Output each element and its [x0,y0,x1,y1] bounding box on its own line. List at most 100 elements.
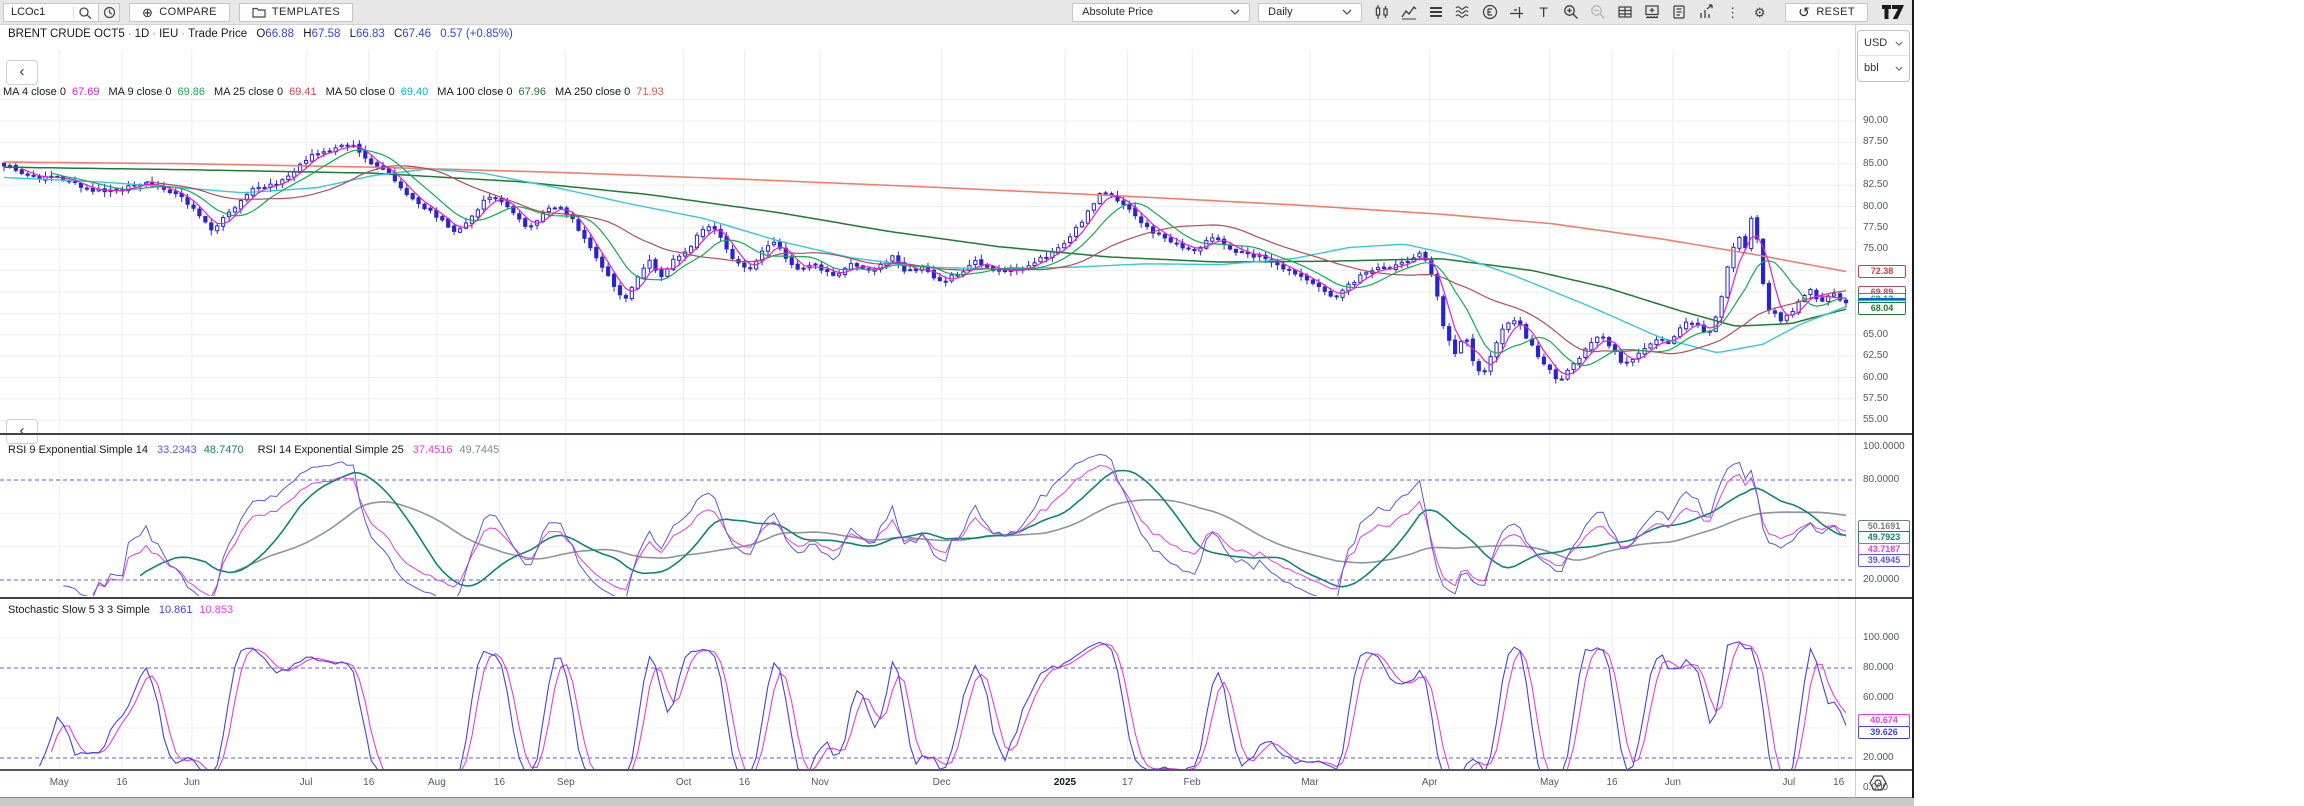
axis-label: 80.0000 [1856,474,1913,485]
time-axis[interactable]: May16JunJul16Aug16SepOct16NovDec202517Fe… [0,771,1912,796]
symbol-history-button[interactable] [99,3,120,22]
price-scale-column[interactable]: USD bbl 90.0087.5085.0082.5080.0077.5075… [1856,25,1912,771]
candlestick-chart-icon[interactable] [1368,3,1395,22]
data-table-icon[interactable] [1611,3,1638,22]
tradingview-logo[interactable] [1878,2,1908,23]
axis-label: 20.0000 [1856,574,1913,585]
unit-select[interactable]: bbl [1858,56,1909,80]
pane-separator[interactable] [0,597,1914,599]
pane-separator[interactable] [0,433,1914,435]
time-axis-label: May [50,777,69,788]
currency-select[interactable]: USD [1858,31,1909,56]
search-icon [73,6,94,19]
time-axis-label: Apr [1422,777,1438,788]
notes-icon[interactable] [1665,3,1692,22]
chevron-down-icon [1895,66,1903,71]
settings-gear-icon[interactable]: ⚙ [1746,3,1773,22]
axis-label: 82.50 [1856,179,1913,190]
time-axis-label: 16 [494,777,505,788]
area-chart-icon[interactable] [1395,3,1422,22]
time-axis-label: 16 [363,777,374,788]
zoom-out-icon[interactable] [1584,3,1611,22]
axis-label: 75.00 [1856,243,1913,254]
text-tool-icon[interactable]: T [1530,3,1557,22]
chart-export-icon[interactable] [1692,3,1719,22]
indicator-label: RSI 9 Exponential Simple 14 [8,444,148,456]
reset-icon: ↺ [1798,5,1810,19]
ma-legend-item: MA 100 close 067.96 [437,86,546,98]
tradingview-logo-icon [1881,4,1905,20]
chevron-down-icon [1342,9,1352,15]
axis-label: 60.00 [1856,372,1913,383]
time-axis-label: Sep [557,777,575,788]
add-pane-icon[interactable] [1638,3,1665,22]
price-badge: 72.38 [1858,265,1906,278]
ma-legend-item: MA 9 close 069.86 [109,86,206,98]
time-axis-label: 16 [1833,777,1844,788]
collapse-rsi-legend-button[interactable]: ‹ [6,419,38,444]
clock-icon [103,6,116,19]
ma-legend: MA 4 close 067.69 MA 9 close 069.86 MA 25 … [3,86,673,98]
stacked-lines-icon[interactable] [1422,3,1449,22]
price-scale-border [1855,25,1856,798]
axis-label: 57.50 [1856,393,1913,404]
axis-label: 80.00 [1856,201,1913,212]
axis-label: 100.0000 [1856,441,1913,452]
more-options-icon[interactable]: ⋮ [1719,3,1746,22]
axis-label: 20.000 [1856,752,1913,763]
time-axis-separator [0,769,1914,771]
app-right-border [1912,0,1914,798]
unit-selector: USD bbl [1857,30,1910,82]
axis-label: 62.50 [1856,350,1913,361]
price-badge: 39.4945 [1858,554,1910,567]
crosshair-tool-icon[interactable] [1503,3,1530,22]
zoom-in-icon[interactable] [1557,3,1584,22]
collapse-main-legend-button[interactable]: ‹ [6,60,38,85]
time-axis-label: Jun [1665,777,1681,788]
templates-button[interactable]: TEMPLATES [239,3,353,22]
top-toolbar: LCOc1 ⊕ COMPARE TEMPLATES Absolute Price [0,0,1914,25]
axis-label: 77.50 [1856,222,1913,233]
time-axis-label: Jul [1782,777,1795,788]
time-axis-label: Nov [811,777,829,788]
axis-label: 65.00 [1856,329,1913,340]
bottom-scroll-strip[interactable] [0,797,1914,806]
ma-legend-item: MA 4 close 067.69 [3,86,100,98]
reset-label: RESET [1816,6,1855,18]
axis-label: 80.000 [1856,662,1913,673]
price-mode-value: Absolute Price [1082,6,1153,18]
ma-legend-item: MA 50 close 069.40 [326,86,429,98]
indicator-value: 10.853 [200,604,234,616]
interval-value: Daily [1268,6,1292,18]
symbol-search-input[interactable]: LCOc1 [3,3,99,22]
indicator-value: 37.4516 [413,444,453,456]
plus-circle-icon: ⊕ [142,6,153,19]
time-axis-label: 16 [116,777,127,788]
chart-canvas[interactable] [0,25,1855,797]
chart-tools-strip: T ⋮ ⚙ [1368,3,1773,22]
price-mode-select[interactable]: Absolute Price [1072,3,1250,22]
time-axis-label: 16 [1607,777,1618,788]
reset-button[interactable]: ↺ RESET [1785,3,1868,22]
compare-label: COMPARE [159,6,217,18]
time-axis-label: Jul [300,777,313,788]
price-badge: 68.04 [1858,302,1906,315]
axis-label: 85.00 [1856,158,1913,169]
price-badge: 39.626 [1858,726,1910,739]
time-axis-label: Jun [184,777,200,788]
waves-style-icon[interactable] [1449,3,1476,22]
interval-select[interactable]: Daily [1258,3,1362,22]
ma-legend-item: MA 25 close 069.41 [214,86,317,98]
indicator-label: Stochastic Slow 5 3 3 Simple [8,604,150,616]
axis-label: 87.50 [1856,136,1913,147]
time-axis-label: 17 [1122,777,1133,788]
rsi-legend: RSI 9 Exponential Simple 1433.234348.747… [8,444,513,456]
calendar-events-icon[interactable] [1476,3,1503,22]
time-axis-label: Dec [933,777,951,788]
timezone-settings-icon[interactable] [1868,774,1888,792]
change-value: 0.57 (+0.85%) [440,28,513,40]
time-axis-label: May [1540,777,1559,788]
time-axis-label: 16 [739,777,750,788]
compare-button[interactable]: ⊕ COMPARE [129,3,230,22]
indicator-value: 10.861 [159,604,193,616]
